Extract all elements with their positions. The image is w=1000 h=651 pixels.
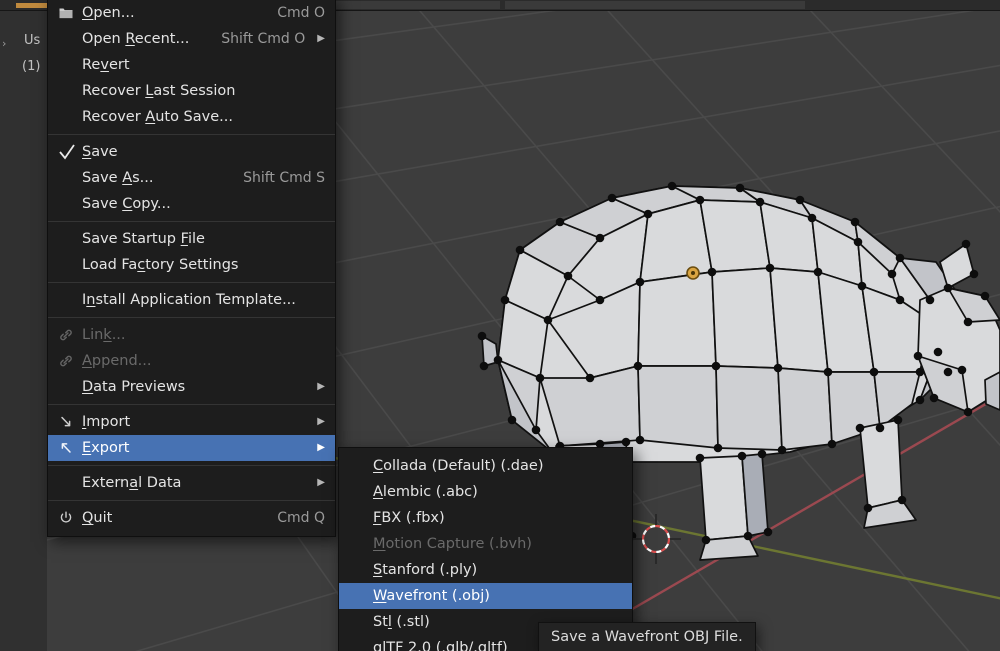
file-menu[interactable]: Open... Cmd O Open Recent... Shift Cmd O ▶ Re… <box>47 0 336 537</box>
menu-item-label: Alembic (.abc) <box>373 484 622 500</box>
menu-item-load-factory[interactable]: Load Factory Settings <box>48 252 335 278</box>
menu-item-save-startup[interactable]: Save Startup File <box>48 226 335 252</box>
menu-item-label: External Data <box>82 475 305 491</box>
menu-item-recover-last[interactable]: Recover Last Session <box>48 78 335 104</box>
tooltip: Save a Wavefront OBJ File. <box>538 622 756 651</box>
no-icon <box>58 292 82 308</box>
no-icon <box>58 196 82 212</box>
menu-item-label: Export <box>82 440 305 456</box>
tooltip-text: Save a Wavefront OBJ File. <box>551 629 743 645</box>
no-icon <box>58 57 82 73</box>
menu-item-append: Append... <box>48 348 335 374</box>
export-submenu[interactable]: Collada (Default) (.dae) Alembic (.abc) FB… <box>338 447 633 651</box>
no-icon <box>58 170 82 186</box>
no-icon <box>58 109 82 125</box>
blender-window: .f { fill:#d9dadc; stroke:#111; stroke-w… <box>0 0 1000 651</box>
menu-item-external-data[interactable]: External Data ▶ <box>48 470 335 496</box>
menu-item-collada[interactable]: Collada (Default) (.dae) <box>339 453 632 479</box>
menu-separator <box>48 404 335 405</box>
power-icon <box>58 510 82 526</box>
no-icon <box>58 257 82 273</box>
menu-item-label: Open Recent... <box>82 31 203 47</box>
outliner-row-label-1[interactable]: Us <box>24 33 40 48</box>
menu-separator <box>48 465 335 466</box>
menu-item-label: Recover Last Session <box>82 83 325 99</box>
menu-separator <box>48 317 335 318</box>
menu-item-label: Open... <box>82 5 259 21</box>
menu-item-label: Quit <box>82 510 259 526</box>
export-arrow-icon <box>58 440 82 456</box>
menu-separator <box>48 221 335 222</box>
menu-item-label: Save <box>82 144 325 160</box>
menu-item-shortcut: Cmd Q <box>277 510 325 526</box>
menu-separator <box>48 500 335 501</box>
outliner-header-chip <box>16 3 50 8</box>
menu-item-recover-auto[interactable]: Recover Auto Save... <box>48 104 335 130</box>
menu-item-open[interactable]: Open... Cmd O <box>48 0 335 26</box>
menu-item-import[interactable]: Import ▶ <box>48 409 335 435</box>
menu-item-label: Save Startup File <box>82 231 325 247</box>
menu-item-label: Save Copy... <box>82 196 325 212</box>
menu-item-save[interactable]: Save <box>48 139 335 165</box>
menu-item-label: Import <box>82 414 305 430</box>
menu-item-shortcut: Cmd O <box>277 5 325 21</box>
outliner-row-label-2[interactable]: (1) <box>22 59 40 74</box>
checkmark-icon <box>58 141 76 163</box>
menu-item-label: Motion Capture (.bvh) <box>373 536 622 552</box>
menu-item-label: Recover Auto Save... <box>82 109 325 125</box>
menu-item-save-copy[interactable]: Save Copy... <box>48 191 335 217</box>
menu-item-export[interactable]: Export ▶ <box>48 435 335 461</box>
no-icon <box>58 83 82 99</box>
import-arrow-icon <box>58 414 82 430</box>
menu-item-save-as[interactable]: Save As... Shift Cmd S <box>48 165 335 191</box>
menu-item-link: Link... <box>48 322 335 348</box>
menu-item-label: Data Previews <box>82 379 305 395</box>
outliner-disclosure-icon[interactable]: › <box>2 37 6 50</box>
menu-item-label: Load Factory Settings <box>82 257 325 273</box>
menu-item-label: Collada (Default) (.dae) <box>373 458 622 474</box>
menu-item-shortcut: Shift Cmd S <box>243 170 325 186</box>
menu-item-wavefront[interactable]: Wavefront (.obj) <box>339 583 632 609</box>
object-origin-marker <box>687 267 699 279</box>
menu-item-label: Append... <box>82 353 325 369</box>
no-icon <box>58 475 82 491</box>
link-icon <box>58 327 82 343</box>
chevron-right-icon: ▶ <box>317 417 325 427</box>
no-icon <box>58 379 82 395</box>
outliner-panel[interactable]: › Us (1) Plan <box>0 11 47 651</box>
link-icon <box>58 353 82 369</box>
menu-item-open-recent[interactable]: Open Recent... Shift Cmd O ▶ <box>48 26 335 52</box>
menu-item-fbx[interactable]: FBX (.fbx) <box>339 505 632 531</box>
menu-item-revert[interactable]: Revert <box>48 52 335 78</box>
menu-item-label: Save As... <box>82 170 225 186</box>
menu-item-label: Wavefront (.obj) <box>373 588 622 604</box>
menu-separator <box>48 282 335 283</box>
menu-separator <box>48 134 335 135</box>
menu-item-quit[interactable]: Quit Cmd Q <box>48 505 335 531</box>
menu-item-install-template[interactable]: Install Application Template... <box>48 287 335 313</box>
menu-item-shortcut: Shift Cmd O <box>221 31 305 47</box>
no-icon <box>58 31 82 47</box>
menu-item-label: FBX (.fbx) <box>373 510 622 526</box>
menu-item-stanford[interactable]: Stanford (.ply) <box>339 557 632 583</box>
menu-item-label: Install Application Template... <box>82 292 325 308</box>
3d-cursor <box>630 513 682 565</box>
no-icon <box>58 231 82 247</box>
chevron-right-icon: ▶ <box>317 478 325 488</box>
chevron-right-icon: ▶ <box>317 443 325 453</box>
menu-item-data-previews[interactable]: Data Previews ▶ <box>48 374 335 400</box>
menu-item-motion-capture: Motion Capture (.bvh) <box>339 531 632 557</box>
chevron-right-icon: ▶ <box>317 382 325 392</box>
folder-icon <box>58 5 82 21</box>
chevron-right-icon: ▶ <box>317 34 325 44</box>
menu-item-label: Revert <box>82 57 325 73</box>
menu-item-label: Link... <box>82 327 325 343</box>
menu-item-alembic[interactable]: Alembic (.abc) <box>339 479 632 505</box>
menu-item-label: Stanford (.ply) <box>373 562 622 578</box>
